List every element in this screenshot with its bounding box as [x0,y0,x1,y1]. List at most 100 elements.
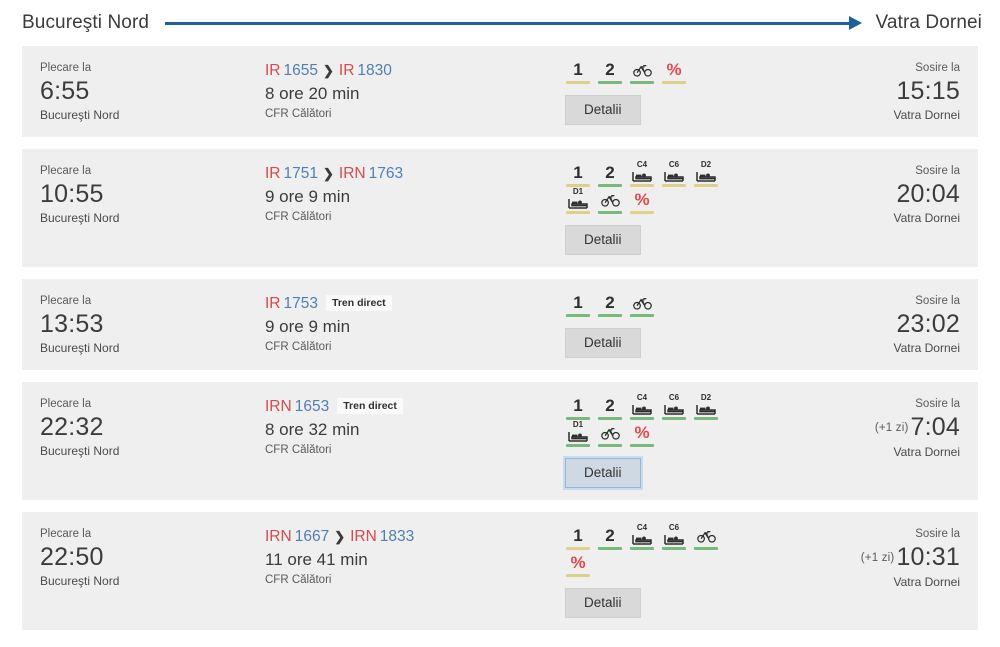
availability-bar [598,417,622,420]
train-number-label: 1830 [357,62,392,79]
amenity-class-1[interactable]: 1 [565,163,591,187]
train-category-label: IRN [265,528,292,545]
details-button[interactable]: Detalii [565,225,641,255]
berth-code-label: D2 [700,393,712,402]
amenity-class-2[interactable]: 2 [597,396,623,420]
details-button[interactable]: Detalii [565,328,641,358]
amenity-discount-percent-icon[interactable]: % [629,190,655,214]
arrival-info: Sosire la 20:04 Vatra Dornei [790,161,960,226]
berth-code-label: C4 [636,523,648,532]
bicycle-icon [600,190,620,209]
availability-bar [630,547,654,550]
amenities-list: 1 2 C4 C6 D2 D1% [565,160,740,217]
availability-bar [598,211,622,214]
amenity-sleeper-d2-icon[interactable]: D2 [693,161,719,187]
journey-duration: 8 ore 32 min [265,420,360,439]
amenity-class-2[interactable]: 2 [597,163,623,187]
amenity-class-1[interactable]: 1 [565,526,591,550]
route-header: Bucureşti Nord Vatra Dornei [0,0,1000,46]
amenity-class-2[interactable]: 2 [597,293,623,317]
train-number-label: 1751 [283,165,318,182]
availability-bar [598,547,622,550]
amenity-bicycle-icon[interactable] [629,60,655,84]
train-operator: CFR Călători [265,108,332,120]
availability-bar [566,314,590,317]
departure-time: 6:55 [40,77,90,105]
transfer-chevron-icon: ❯ [322,63,334,78]
train-info: IR 1655 ❯ IR 1830 8 ore 20 min CFR Călători [265,58,565,122]
journey-result-card[interactable]: Plecare la 22:50 Bucureşti Nord IRN 1667 ❯ IRN… [22,512,978,630]
class-number-label: 1 [573,293,583,312]
couchette-c4-icon: C4 [631,523,653,545]
amenity-couchette-c4-icon[interactable]: C4 [629,523,655,550]
journey-result-card[interactable]: Plecare la 13:53 Bucureşti Nord IR 1753 Tren … [22,279,978,370]
journey-duration: 9 ore 9 min [265,187,351,206]
amenity-bicycle-icon[interactable] [629,293,655,317]
amenity-sleeper-d1-icon[interactable]: D1 [565,421,591,447]
bicycle-icon [632,60,652,79]
arrival-info: Sosire la 23:02 Vatra Dornei [790,291,960,356]
availability-bar [630,417,654,420]
class-number-label: 1 [573,526,583,545]
amenities-and-actions: 1 2 Detalii [565,291,790,358]
departure-label: Plecare la [40,165,92,177]
class-number-label: 2 [605,60,615,79]
train-operator: CFR Călători [265,574,332,586]
amenity-couchette-c6-icon[interactable]: C6 [661,394,687,420]
amenity-bicycle-icon[interactable] [597,190,623,214]
amenity-class-1[interactable]: 1 [565,293,591,317]
direct-train-badge: Tren direct [337,398,403,414]
availability-bar [662,417,686,420]
amenity-couchette-c4-icon[interactable]: C4 [629,160,655,187]
departure-station: Bucureşti Nord [40,211,120,225]
journey-result-card[interactable]: Plecare la 22:32 Bucureşti Nord IRN 1653 Tren… [22,382,978,500]
amenity-couchette-c6-icon[interactable]: C6 [661,524,687,550]
details-button-wrapper: Detalii [565,225,790,255]
train-category-label: IR [338,62,355,79]
amenity-class-2[interactable]: 2 [597,526,623,550]
amenity-class-2[interactable]: 2 [597,60,623,84]
arrival-info: Sosire la (+1 zi)10:31 Vatra Dornei [790,524,960,590]
arrival-time: (+1 zi)10:31 [860,543,960,571]
departure-info: Plecare la 22:50 Bucureşti Nord [40,524,265,589]
berth-code-label: C4 [636,160,648,169]
amenities-list: 1 2% [565,60,740,87]
percent-label: % [666,60,682,79]
couchette-c6-icon: C6 [663,524,685,545]
arrival-station: Vatra Dornei [893,108,960,122]
route-destination: Vatra Dornei [875,12,982,33]
amenity-class-1[interactable]: 1 [565,60,591,84]
amenity-sleeper-d2-icon[interactable]: D2 [693,393,719,420]
discount-percent-icon: % [570,553,585,572]
amenity-discount-percent-icon[interactable]: % [661,60,687,84]
arrival-time: (+1 zi)7:04 [874,413,960,441]
amenity-bicycle-icon[interactable] [693,526,719,550]
percent-label: % [570,553,586,572]
availability-bar [694,547,718,550]
couchette-c4-icon: C4 [631,394,653,415]
departure-info: Plecare la 13:53 Bucureşti Nord [40,291,265,356]
amenity-couchette-c4-icon[interactable]: C4 [629,394,655,420]
amenities-list: 1 2 C4 C6 D2 D1% [565,393,740,450]
amenity-sleeper-d1-icon[interactable]: D1 [565,187,591,214]
class-number-label: 2 [605,396,615,415]
details-button[interactable]: Detalii [565,458,641,488]
journey-result-card[interactable]: Plecare la 6:55 Bucureşti Nord IR 1655 ❯ IR 183… [22,46,978,137]
journey-result-card[interactable]: Plecare la 10:55 Bucureşti Nord IR 1751 ❯ IRN 1… [22,149,978,267]
details-button[interactable]: Detalii [565,588,641,618]
details-button[interactable]: Detalii [565,95,641,125]
amenity-discount-percent-icon[interactable]: % [565,553,591,577]
train-numbers: IR 1753 Tren direct [265,293,565,314]
departure-info: Plecare la 6:55 Bucureşti Nord [40,58,265,123]
amenity-discount-percent-icon[interactable]: % [629,423,655,447]
amenity-couchette-c6-icon[interactable]: C6 [661,161,687,187]
bicycle-icon [600,423,620,442]
amenity-class-1[interactable]: 1 [565,396,591,420]
berth-code-label: D1 [572,187,584,196]
availability-bar [662,81,686,84]
availability-bar [566,574,590,577]
amenity-bicycle-icon[interactable] [597,423,623,447]
availability-bar [598,444,622,447]
couchette-c6-icon: C6 [663,161,685,182]
train-numbers: IRN 1667 ❯ IRN 1833 [265,526,565,547]
